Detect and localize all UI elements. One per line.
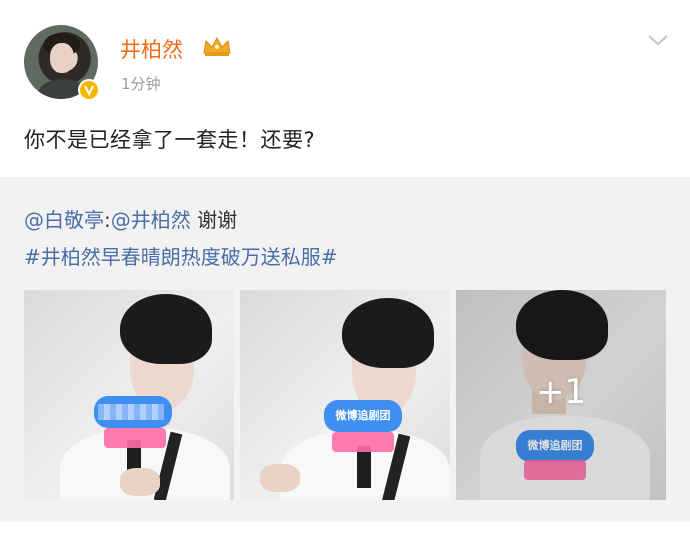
photo-thumbnail-2[interactable]: 微博追剧团 <box>240 290 450 500</box>
microphone-handle <box>357 446 371 488</box>
verified-badge-icon <box>78 79 100 101</box>
username[interactable]: 井柏然 <box>120 34 183 64</box>
post-time: 1分钟 <box>121 75 161 93</box>
more-photos-count[interactable]: +1 <box>456 372 666 412</box>
repost-card[interactable]: @白敬亭:@井柏然 谢谢 #井柏然早春晴朗热度破万送私服# 微博追剧团 微博追剧… <box>0 177 690 522</box>
post-text: 你不是已经拿了一套走！还要? <box>24 128 316 152</box>
photo-hair <box>342 298 434 368</box>
hashtag-link[interactable]: #井柏然早春晴朗热度破万送私服# <box>24 241 338 270</box>
microphone-label: 微博追剧团 <box>335 409 391 422</box>
mention-user-link[interactable]: @白敬亭 <box>24 208 104 232</box>
photo-hand <box>260 464 300 492</box>
microphone-pink-card <box>104 428 166 448</box>
chevron-down-icon[interactable] <box>647 33 669 47</box>
repost-reply-text: 谢谢 <box>197 208 238 232</box>
repost-mention-line: @白敬亭:@井柏然 谢谢 <box>24 204 237 233</box>
avatar-face <box>50 43 74 73</box>
photo-hand <box>120 468 160 496</box>
mention-target-link[interactable]: @井柏然 <box>111 208 191 232</box>
photo-thumbnail-3[interactable]: 微博追剧团 +1 <box>456 290 666 500</box>
photo-hair <box>120 294 212 364</box>
photo-thumbnail-1[interactable] <box>24 290 234 500</box>
post-header: 井柏然 1分钟 <box>0 0 690 105</box>
microphone-pink-card <box>332 432 394 452</box>
crown-icon[interactable] <box>202 35 232 57</box>
mention-separator: : <box>104 208 111 232</box>
blurred-label <box>98 404 164 420</box>
